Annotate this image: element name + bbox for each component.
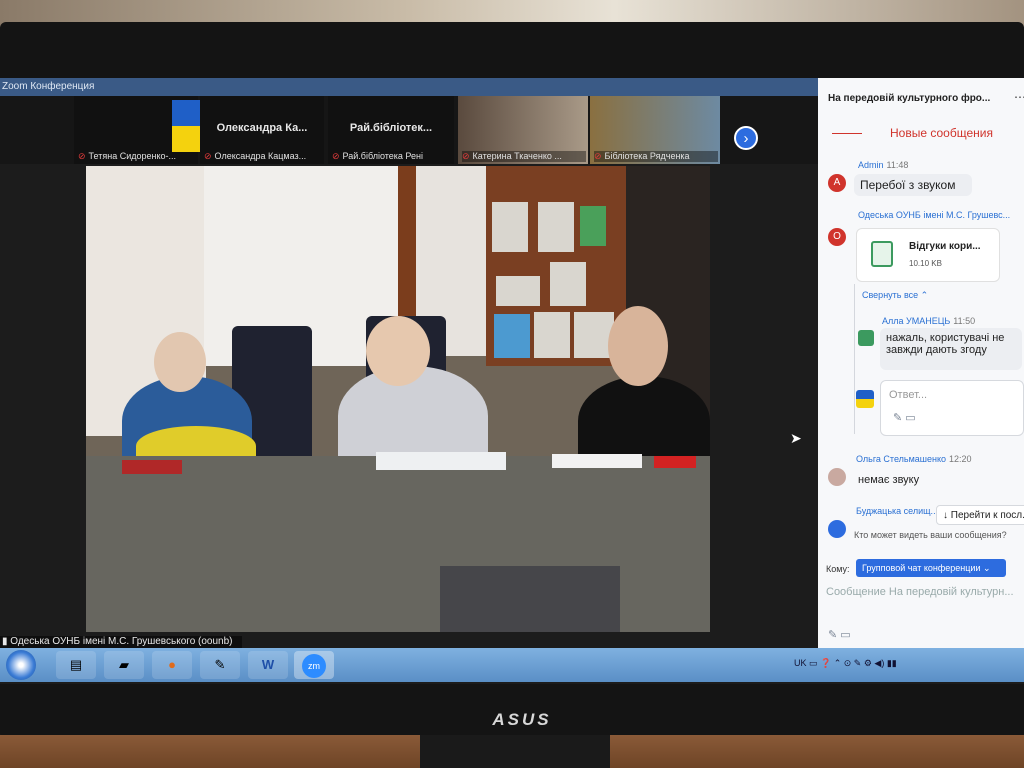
video-person-right (578, 376, 710, 466)
avatar (828, 520, 846, 538)
message-bubble: нажаль, користувачі не завжди дають згод… (880, 328, 1022, 370)
video-person-head (154, 332, 206, 392)
video-papers (552, 454, 642, 468)
participant-tile[interactable]: ⊘ Катерина Ткаченко ... (458, 96, 588, 164)
participant-caption: ⊘ Тетяна Сидоренко-... (78, 151, 177, 161)
monitor-brand-logo: ASUS (492, 710, 552, 729)
participant-caption: ⊘ Катерина Ткаченко ... (462, 151, 586, 162)
participant-tile[interactable]: ⊘ Бібліотека Рядченка (590, 96, 720, 164)
zoom-title-bar: Zoom Конференция (0, 78, 820, 96)
message-sender: Буджацька селищ... (856, 506, 939, 516)
video-papers (376, 452, 506, 470)
avatar (828, 468, 846, 486)
explorer-icon[interactable]: ▤ (56, 651, 96, 679)
who-can-see-link[interactable]: Кто может видеть ваши сообщения? (854, 530, 1007, 540)
muted-mic-icon: ⊘ (462, 151, 470, 161)
video-speaker-box (440, 566, 620, 632)
word-icon[interactable]: W (248, 651, 288, 679)
avatar: О (828, 228, 846, 246)
participant-strip: ⊘ Тетяна Сидоренко-... Олександра Ка... ⊘… (0, 96, 818, 164)
new-messages-divider (832, 133, 862, 134)
ukraine-flag-avatar (856, 390, 874, 408)
main-video (86, 166, 710, 632)
muted-mic-icon: ⊘ (594, 151, 602, 161)
file-name: Відгуки кори... (909, 241, 981, 252)
jump-to-latest-button[interactable]: ↓ Перейти к посл... (936, 505, 1024, 525)
muted-mic-icon: ⊘ (78, 151, 86, 161)
windows-start-icon[interactable] (6, 650, 36, 680)
thread-line (854, 284, 855, 434)
folder-icon[interactable]: ▰ (104, 651, 144, 679)
system-tray[interactable]: UK ▭ ❓ ⌃ ⊙ ✎ ⚙ ◀) ▮▮ (794, 658, 897, 669)
muted-mic-icon: ⊘ (204, 151, 212, 161)
message-sender: Одеська ОУНБ імені М.С. Грушевс... (858, 210, 1011, 220)
monitor-stand (420, 735, 610, 768)
collapse-all-link[interactable]: Свернуть все ⌃ (862, 290, 928, 301)
firefox-icon[interactable]: ● (152, 651, 192, 679)
message-bubble: Перебої з звуком (854, 174, 972, 196)
message-sender: Admin 11:48 (858, 160, 909, 170)
message-text: немає звуку (858, 474, 920, 486)
paint-icon[interactable]: ✎ (200, 651, 240, 679)
participant-tile[interactable]: Олександра Ка... ⊘ Олександра Кацмаз... (200, 96, 324, 164)
to-label: Кому: (826, 564, 850, 574)
video-notebook (122, 460, 182, 474)
mouse-cursor-icon: ➤ (790, 430, 802, 446)
participant-tile[interactable]: Рай.бібліотек... ⊘ Рай.бібліотека Рені (328, 96, 454, 164)
chat-panel: На передовій культурного фро... ⋯ Новые … (818, 78, 1024, 650)
video-phone (654, 456, 696, 468)
participant-name: Олександра Ка... (216, 122, 308, 134)
muted-mic-icon: ⊘ (332, 151, 340, 161)
avatar: A (828, 174, 846, 192)
chat-attach-icons[interactable]: ✎ ▭ (828, 628, 851, 641)
video-bookshelf (486, 166, 626, 366)
chat-title: На передовій культурного фро... (828, 93, 991, 104)
next-page-chevron-icon[interactable]: › (734, 126, 758, 150)
zoom-taskbar-icon[interactable]: zm (294, 651, 334, 679)
reply-attach-icons[interactable]: ✎ ▭ (893, 411, 916, 424)
participant-caption: ⊘ Рай.бібліотека Рені (332, 151, 423, 161)
recipient-dropdown[interactable]: Групповой чат конференции ⌄ (856, 559, 1006, 577)
video-person-head (366, 316, 430, 386)
spreadsheet-file-icon (871, 241, 893, 267)
windows-taskbar: ▤ ▰ ● ✎ W zm UK ▭ ❓ ⌃ ⊙ ✎ ⚙ ◀) ▮▮ (0, 648, 1024, 682)
message-sender: Алла УМАНЕЦЬ 11:50 (882, 316, 976, 326)
message-sender: Ольга Стельмашенко 12:20 (856, 454, 972, 464)
reply-placeholder: Ответ... (889, 389, 928, 401)
new-messages-label: Новые сообщения (890, 126, 993, 140)
more-options-icon[interactable]: ⋯ (1014, 90, 1024, 104)
reply-input[interactable]: Ответ... ✎ ▭ (880, 380, 1024, 436)
participant-caption: ⊘ Бібліотека Рядченка (594, 151, 718, 162)
file-attachment[interactable]: Відгуки кори... 10.10 KB (856, 228, 1000, 282)
message-input[interactable]: Сообщение На передовій культурн... (826, 586, 1022, 598)
video-person-head (608, 306, 668, 386)
participant-name: Рай.бібліотек... (349, 122, 433, 134)
participant-caption: ⊘ Олександра Кацмаз... (204, 151, 307, 161)
avatar (858, 330, 874, 346)
monitor-screen: Zoom Конференция ⊘ Тетяна Сидоренко-... О… (0, 78, 1024, 684)
file-size: 10.10 KB (909, 259, 942, 268)
participant-tile[interactable]: ⊘ Тетяна Сидоренко-... (74, 96, 242, 164)
